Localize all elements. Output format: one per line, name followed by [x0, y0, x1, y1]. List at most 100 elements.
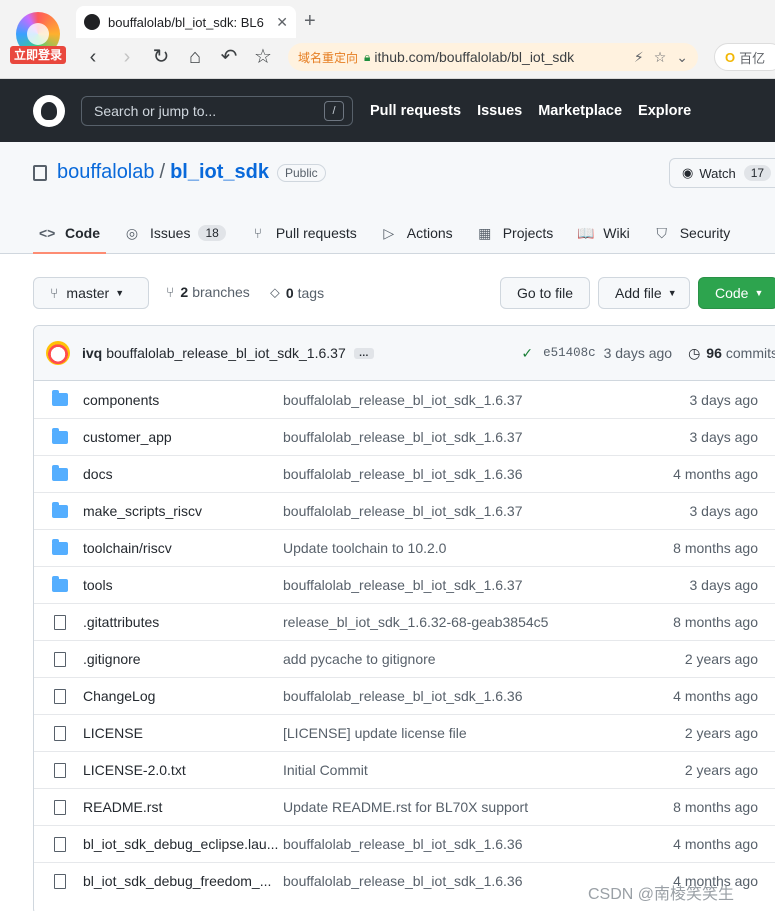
- file-age: 2 years ago: [684, 725, 758, 741]
- watch-button[interactable]: ◉ Watch 17: [669, 158, 775, 188]
- file-commit-message-link[interactable]: Initial Commit: [283, 762, 613, 778]
- close-tab-icon[interactable]: ✕: [276, 14, 288, 31]
- home-icon[interactable]: ⌂: [182, 44, 208, 70]
- nav-explore[interactable]: Explore: [638, 103, 691, 119]
- forward-icon[interactable]: ›: [114, 44, 140, 70]
- file-commit-message-link[interactable]: bouffalolab_release_bl_iot_sdk_1.6.37: [283, 392, 613, 408]
- table-row: LICENSE [LICENSE] update license file 2 ye…: [34, 714, 775, 751]
- file-commit-message-link[interactable]: bouffalolab_release_bl_iot_sdk_1.6.36: [283, 466, 613, 482]
- redirect-label: 域名重定向: [298, 50, 359, 65]
- branch-name: master: [66, 285, 110, 301]
- file-commit-message-link[interactable]: bouffalolab_release_bl_iot_sdk_1.6.36: [283, 873, 613, 889]
- commit-time: 3 days ago: [603, 345, 673, 361]
- tab-projects[interactable]: ▦ Projects: [469, 212, 568, 254]
- nav-marketplace[interactable]: Marketplace: [538, 103, 622, 119]
- nav-pull-requests[interactable]: Pull requests: [370, 103, 461, 119]
- browser-logo[interactable]: 立即登录: [10, 10, 66, 66]
- nav-issues[interactable]: Issues: [477, 103, 522, 119]
- file-commit-message-link[interactable]: bouffalolab_release_bl_iot_sdk_1.6.36: [283, 836, 613, 852]
- expand-commit-button[interactable]: …: [353, 347, 374, 359]
- chevron-down-icon[interactable]: ⌄: [676, 49, 688, 66]
- file-name-link[interactable]: .gitattributes: [83, 614, 283, 630]
- file-commit-message-link[interactable]: bouffalolab_release_bl_iot_sdk_1.6.37: [283, 503, 613, 519]
- tab-security[interactable]: ⛉ Security: [646, 212, 745, 254]
- commit-sha[interactable]: e51408c: [543, 346, 596, 360]
- back-icon[interactable]: ‹: [80, 44, 106, 70]
- eye-icon: ◉: [682, 165, 694, 180]
- file-name-link[interactable]: toolchain/riscv: [83, 540, 283, 556]
- file-commit-message-link[interactable]: add pycache to gitignore: [283, 651, 613, 667]
- table-row: .gitignore add pycache to gitignore 2 year…: [34, 640, 775, 677]
- file-name-link[interactable]: LICENSE: [83, 725, 283, 741]
- check-icon[interactable]: ✓: [521, 345, 533, 362]
- folder-icon: [52, 390, 68, 406]
- file-name-link[interactable]: bl_iot_sdk_debug_freedom_...: [83, 873, 283, 889]
- file-commit-message-link[interactable]: [LICENSE] update license file: [283, 725, 613, 741]
- repo-owner-link[interactable]: bouffalolab: [57, 161, 155, 184]
- repo-name-link[interactable]: bl_iot_sdk: [170, 161, 269, 184]
- reload-icon[interactable]: ↻: [148, 44, 174, 70]
- file-commit-message-link[interactable]: bouffalolab_release_bl_iot_sdk_1.6.37: [283, 429, 613, 445]
- file-age: 4 months ago: [673, 466, 758, 482]
- lock-icon: 🔒︎: [364, 49, 371, 64]
- file-commit-message-link[interactable]: Update toolchain to 10.2.0: [283, 540, 613, 556]
- go-to-file-button[interactable]: Go to file: [500, 277, 590, 309]
- global-nav: Pull requests Issues Marketplace Explore: [370, 103, 691, 119]
- file-name-link[interactable]: bl_iot_sdk_debug_eclipse.lau...: [83, 836, 283, 852]
- file-age: 4 months ago: [673, 688, 758, 704]
- bookmark-star-icon[interactable]: ☆: [250, 44, 276, 70]
- undo-icon[interactable]: ↶: [216, 44, 242, 70]
- code-button-label: Code: [715, 285, 749, 301]
- tab-pull-requests[interactable]: ⑂ Pull requests: [242, 212, 371, 254]
- file-commit-message-link[interactable]: bouffalolab_release_bl_iot_sdk_1.6.36: [283, 688, 613, 704]
- file-name-link[interactable]: components: [83, 392, 283, 408]
- tags-label: tags: [297, 284, 325, 301]
- branches-count: 2: [180, 284, 189, 300]
- tab-issues[interactable]: ◎ Issues 18: [116, 212, 240, 254]
- file-name-link[interactable]: .gitignore: [83, 651, 283, 667]
- file-age: 2 years ago: [684, 651, 758, 667]
- tab-wiki[interactable]: 📖 Wiki: [569, 212, 643, 254]
- tab-code[interactable]: <> Code: [33, 212, 114, 254]
- new-tab-icon[interactable]: +: [304, 10, 316, 33]
- tab-counter: 18: [198, 225, 226, 241]
- file-commit-message-link[interactable]: bouffalolab_release_bl_iot_sdk_1.6.37: [283, 577, 613, 593]
- address-bar[interactable]: 域名重定向 🔒︎ ithub.com/bouffalolab/bl_iot_sd…: [288, 43, 698, 71]
- file-name-link[interactable]: tools: [83, 577, 283, 593]
- lightning-icon[interactable]: ⚡︎: [634, 49, 644, 66]
- shield-icon: ⛉: [656, 224, 667, 241]
- browser-search-box[interactable]: O 百亿: [714, 43, 775, 71]
- branches-link[interactable]: ⑂ 2 branches: [166, 284, 250, 300]
- file-commit-message-link[interactable]: release_bl_iot_sdk_1.6.32-68-geab3854c5: [283, 614, 613, 630]
- code-button[interactable]: Code ▼: [698, 277, 775, 309]
- file-commit-message-link[interactable]: Update README.rst for BL70X support: [283, 799, 613, 815]
- tab-actions[interactable]: ▷ Actions: [373, 212, 467, 254]
- search-input[interactable]: Search or jump to... /: [81, 95, 353, 126]
- file-name-link[interactable]: docs: [83, 466, 283, 482]
- favorite-star-icon[interactable]: ☆: [654, 49, 667, 66]
- table-icon: ▦: [478, 224, 492, 241]
- login-badge[interactable]: 立即登录: [10, 46, 66, 64]
- github-logo-icon[interactable]: [33, 94, 65, 127]
- branch-select-button[interactable]: ⑂ master ▼: [33, 277, 149, 309]
- table-row: tools bouffalolab_release_bl_iot_sdk_1.6.…: [34, 566, 775, 603]
- file-icon: [54, 651, 66, 667]
- add-file-button[interactable]: Add file ▼: [598, 277, 690, 309]
- file-age: 3 days ago: [689, 429, 759, 445]
- browser-tab[interactable]: bouffalolab/bl_iot_sdk: BL6 ✕: [76, 6, 296, 38]
- file-name-link[interactable]: ChangeLog: [83, 688, 283, 704]
- avatar[interactable]: [46, 341, 70, 365]
- commit-author[interactable]: ivq: [82, 345, 102, 361]
- table-row: README.rst Update README.rst for BL70X su…: [34, 788, 775, 825]
- search-engine-text: 百亿: [739, 50, 766, 66]
- repo-tabs: <> Code ◎ Issues 18 ⑂ Pull requests ▷ Actions ▦ Pr…: [33, 212, 746, 254]
- file-age: 8 months ago: [673, 799, 758, 815]
- tags-link[interactable]: ⬦ 0 tags: [270, 284, 324, 301]
- file-name-link[interactable]: LICENSE-2.0.txt: [83, 762, 283, 778]
- folder-icon: [52, 427, 68, 444]
- file-name-link[interactable]: README.rst: [83, 799, 283, 815]
- commit-message[interactable]: bouffalolab_release_bl_iot_sdk_1.6.37: [106, 345, 346, 361]
- file-name-link[interactable]: customer_app: [83, 429, 283, 445]
- file-name-link[interactable]: make_scripts_riscv: [83, 503, 283, 519]
- commits-history-link[interactable]: ◷ 96 commits: [688, 345, 775, 362]
